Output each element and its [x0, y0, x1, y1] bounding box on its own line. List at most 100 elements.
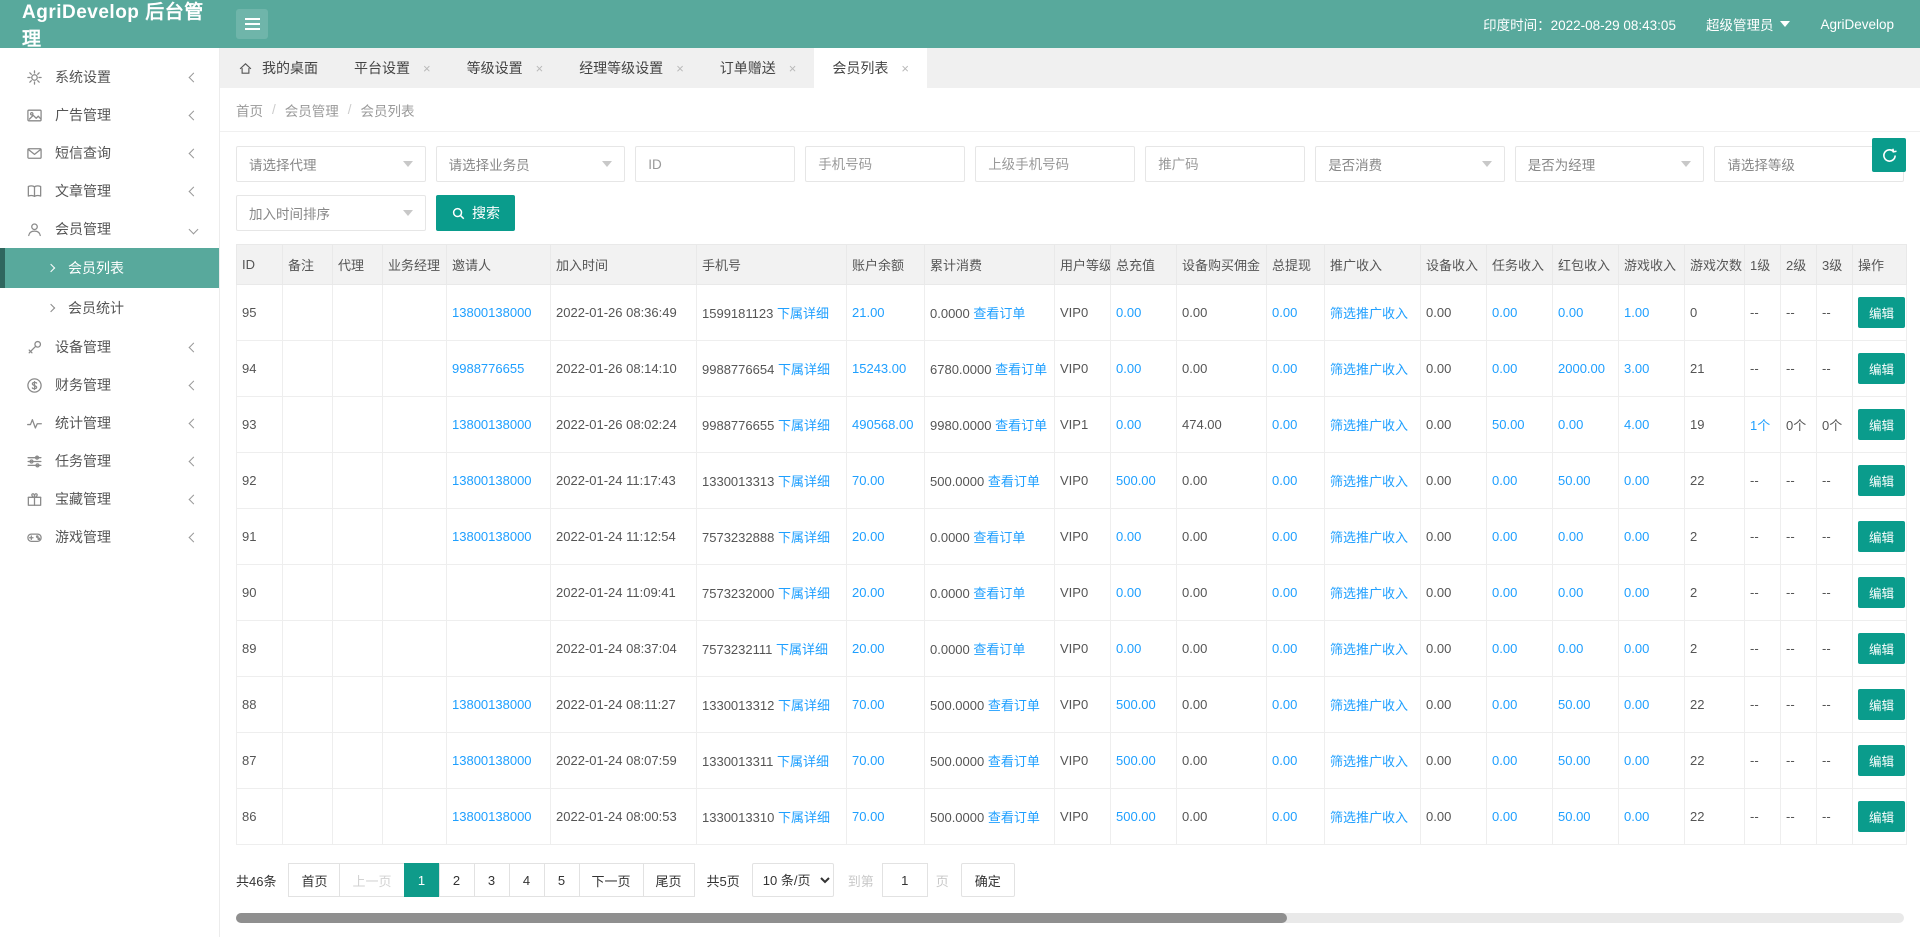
inviter-link[interactable]: 13800138000 [452, 809, 532, 824]
consume-detail-link[interactable]: 查看订单 [988, 698, 1040, 713]
consume-detail-link[interactable]: 查看订单 [988, 754, 1040, 769]
edit-button[interactable]: 编辑 [1858, 521, 1905, 552]
red_income-link[interactable]: 0.00 [1558, 305, 1583, 320]
balance-link[interactable]: 490568.00 [852, 417, 913, 432]
sidebar-item-article-management[interactable]: 文章管理 [0, 172, 219, 210]
phone-detail-link[interactable]: 下属详细 [778, 362, 830, 377]
red_income-link[interactable]: 50.00 [1558, 809, 1591, 824]
withdraw-link[interactable]: 0.00 [1272, 305, 1297, 320]
page-number-1[interactable]: 1 [404, 863, 440, 897]
balance-link[interactable]: 20.00 [852, 529, 885, 544]
balance-link[interactable]: 21.00 [852, 305, 885, 320]
red_income-link[interactable]: 0.00 [1558, 417, 1583, 432]
page-number-4[interactable]: 4 [509, 863, 545, 897]
game_income-link[interactable]: 4.00 [1624, 417, 1649, 432]
task_income-link[interactable]: 0.00 [1492, 753, 1517, 768]
withdraw-link[interactable]: 0.00 [1272, 361, 1297, 376]
consume-detail-link[interactable]: 查看订单 [973, 586, 1025, 601]
tab-order-gift[interactable]: 订单赠送× [702, 48, 815, 88]
breadcrumb-home[interactable]: 首页 [236, 100, 263, 120]
phone-detail-link[interactable]: 下属详细 [777, 754, 829, 769]
withdraw-link[interactable]: 0.00 [1272, 641, 1297, 656]
close-icon[interactable]: × [901, 61, 909, 76]
promo-income-link[interactable]: 筛选推广收入 [1330, 418, 1408, 433]
horizontal-scrollbar-thumb[interactable] [236, 913, 1287, 923]
consume-detail-link[interactable]: 查看订单 [995, 362, 1047, 377]
inviter-link[interactable]: 13800138000 [452, 529, 532, 544]
page-prev-button[interactable]: 上一页 [339, 863, 404, 897]
sidebar-item-finance-management[interactable]: 财务管理 [0, 366, 219, 404]
inviter-link[interactable]: 13800138000 [452, 697, 532, 712]
balance-link[interactable]: 70.00 [852, 753, 885, 768]
search-button[interactable]: 搜索 [436, 195, 515, 231]
task_income-link[interactable]: 0.00 [1492, 361, 1517, 376]
promo-income-link[interactable]: 筛选推广收入 [1330, 306, 1408, 321]
role-dropdown[interactable]: 超级管理员 [1706, 14, 1791, 34]
phone-detail-link[interactable]: 下属详细 [778, 810, 830, 825]
close-icon[interactable]: × [789, 61, 797, 76]
promo-income-link[interactable]: 筛选推广收入 [1330, 474, 1408, 489]
recharge-link[interactable]: 0.00 [1116, 417, 1141, 432]
game_income-link[interactable]: 0.00 [1624, 809, 1649, 824]
edit-button[interactable]: 编辑 [1858, 409, 1905, 440]
promo-income-link[interactable]: 筛选推广收入 [1330, 642, 1408, 657]
page-number-5[interactable]: 5 [544, 863, 580, 897]
game_income-link[interactable]: 3.00 [1624, 361, 1649, 376]
inviter-link[interactable]: 13800138000 [452, 473, 532, 488]
username[interactable]: AgriDevelop [1820, 17, 1894, 32]
sidebar-item-member-management[interactable]: 会员管理 [0, 210, 219, 248]
goto-page-input[interactable] [882, 863, 928, 897]
recharge-link[interactable]: 0.00 [1116, 641, 1141, 656]
withdraw-link[interactable]: 0.00 [1272, 585, 1297, 600]
game_income-link[interactable]: 0.00 [1624, 585, 1649, 600]
task_income-link[interactable]: 0.00 [1492, 473, 1517, 488]
edit-button[interactable]: 编辑 [1858, 689, 1905, 720]
l1-link[interactable]: 1个 [1750, 418, 1770, 433]
game_income-link[interactable]: 0.00 [1624, 473, 1649, 488]
recharge-link[interactable]: 500.00 [1116, 753, 1156, 768]
balance-link[interactable]: 20.00 [852, 585, 885, 600]
task_income-link[interactable]: 50.00 [1492, 417, 1525, 432]
game_income-link[interactable]: 0.00 [1624, 529, 1649, 544]
inviter-link[interactable]: 13800138000 [452, 753, 532, 768]
consume-detail-link[interactable]: 查看订单 [973, 530, 1025, 545]
task_income-link[interactable]: 0.00 [1492, 809, 1517, 824]
promo-income-link[interactable]: 筛选推广收入 [1330, 754, 1408, 769]
sidebar-item-treasure-management[interactable]: 宝藏管理 [0, 480, 219, 518]
recharge-link[interactable]: 500.00 [1116, 697, 1156, 712]
red_income-link[interactable]: 50.00 [1558, 753, 1591, 768]
is-manager-select[interactable]: 是否为经理 [1515, 146, 1705, 182]
red_income-link[interactable]: 0.00 [1558, 529, 1583, 544]
recharge-link[interactable]: 0.00 [1116, 361, 1141, 376]
task_income-link[interactable]: 0.00 [1492, 585, 1517, 600]
game_income-link[interactable]: 0.00 [1624, 753, 1649, 768]
withdraw-link[interactable]: 0.00 [1272, 529, 1297, 544]
task_income-link[interactable]: 0.00 [1492, 697, 1517, 712]
inviter-link[interactable]: 9988776655 [452, 361, 524, 376]
consume-detail-link[interactable]: 查看订单 [995, 418, 1047, 433]
promo-income-link[interactable]: 筛选推广收入 [1330, 810, 1408, 825]
sidebar-item-task-management[interactable]: 任务管理 [0, 442, 219, 480]
recharge-link[interactable]: 0.00 [1116, 529, 1141, 544]
phone-detail-link[interactable]: 下属详细 [778, 474, 830, 489]
sidebar-item-ad-management[interactable]: 广告管理 [0, 96, 219, 134]
sidebar-item-sms-query[interactable]: 短信查询 [0, 134, 219, 172]
withdraw-link[interactable]: 0.00 [1272, 417, 1297, 432]
red_income-link[interactable]: 50.00 [1558, 697, 1591, 712]
task_income-link[interactable]: 0.00 [1492, 305, 1517, 320]
withdraw-link[interactable]: 0.00 [1272, 473, 1297, 488]
balance-link[interactable]: 70.00 [852, 809, 885, 824]
task_income-link[interactable]: 0.00 [1492, 529, 1517, 544]
phone-detail-link[interactable]: 下属详细 [778, 418, 830, 433]
page-number-2[interactable]: 2 [439, 863, 475, 897]
promo-income-link[interactable]: 筛选推广收入 [1330, 530, 1408, 545]
recharge-link[interactable]: 500.00 [1116, 473, 1156, 488]
game_income-link[interactable]: 0.00 [1624, 697, 1649, 712]
sidebar-item-game-management[interactable]: 游戏管理 [0, 518, 219, 556]
phone-input[interactable] [805, 146, 965, 182]
phone-detail-link[interactable]: 下属详细 [776, 642, 828, 657]
refresh-button[interactable] [1872, 138, 1906, 172]
hamburger-menu-icon[interactable] [236, 9, 268, 39]
close-icon[interactable]: × [423, 61, 431, 76]
edit-button[interactable]: 编辑 [1858, 465, 1905, 496]
